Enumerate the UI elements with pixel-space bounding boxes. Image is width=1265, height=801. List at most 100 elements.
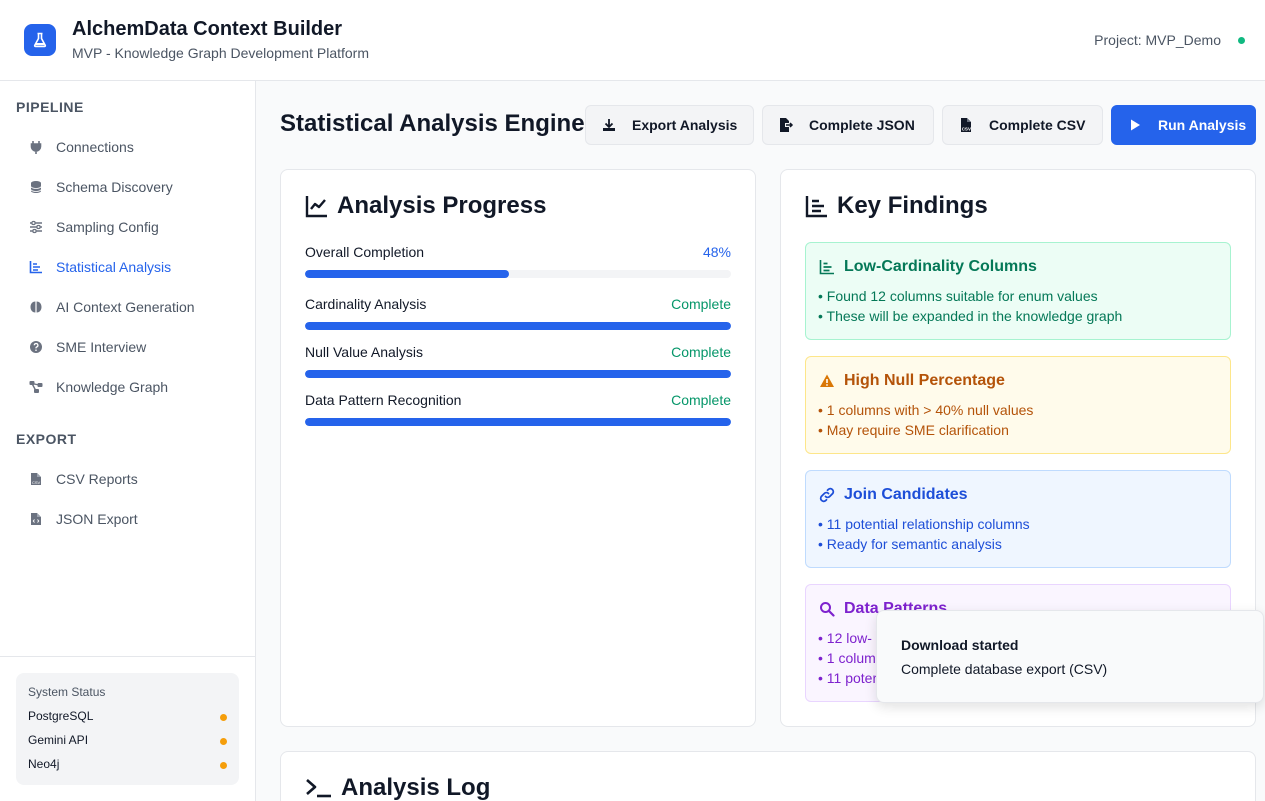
flask-icon[interactable] <box>24 24 56 56</box>
finding-line: • 11 potential relationship columns <box>818 516 1030 532</box>
data-pattern-recognition-label: Data Pattern Recognition <box>305 392 462 408</box>
null-value-analysis-label: Null Value Analysis <box>305 344 424 360</box>
app-header: AlchemData Context Builder MVP - Knowled… <box>0 0 1265 81</box>
null-value-progress-bar <box>305 370 731 378</box>
finding-title: Low-Cardinality Columns <box>818 258 1037 276</box>
sidebar-divider <box>0 656 255 657</box>
status-row-neo4j: Neo4j <box>28 757 227 771</box>
export-analysis-label: Export Analysis <box>632 117 738 133</box>
csv-file-icon: CSV <box>28 471 44 487</box>
json-file-icon <box>28 511 44 527</box>
warning-icon <box>818 372 836 390</box>
file-export-icon <box>777 116 795 134</box>
status-row-postgresql: PostgreSQL <box>28 709 227 723</box>
play-icon <box>1126 116 1144 134</box>
data-pattern-progress-fill <box>305 418 731 426</box>
graph-icon <box>28 379 44 395</box>
sidebar-item-schema-discovery[interactable]: Schema Discovery <box>16 171 240 203</box>
page-title: Statistical Analysis Engine <box>280 110 585 137</box>
null-value-progress-fill <box>305 370 731 378</box>
analysis-log-card: Analysis Log <box>280 751 1256 801</box>
finding-line: • Found 12 columns suitable for enum val… <box>818 288 1098 304</box>
finding-title-text: Join Candidates <box>844 486 968 503</box>
finding-title-text: High Null Percentage <box>844 372 1005 389</box>
sidebar-item-statistical-analysis[interactable]: Statistical Analysis <box>16 251 240 283</box>
svg-text:CSV: CSV <box>32 480 41 485</box>
finding-line: • Ready for semantic analysis <box>818 536 1002 552</box>
finding-low-cardinality: Low-Cardinality Columns • Found 12 colum… <box>805 242 1231 340</box>
question-icon <box>28 339 44 355</box>
sidebar-item-json-export[interactable]: JSON Export <box>16 503 240 535</box>
app-title: AlchemData Context Builder <box>72 18 343 40</box>
status-indicator-dot <box>220 762 227 769</box>
line-chart-icon <box>305 194 329 218</box>
app-subtitle: MVP - Knowledge Graph Development Platfo… <box>72 45 369 61</box>
cardinality-analysis-status: Complete <box>671 296 731 312</box>
complete-csv-button[interactable]: CSV Complete CSV <box>942 105 1103 145</box>
analysis-progress-title: Analysis Progress <box>305 192 546 220</box>
finding-line: • 1 columns with > 40% null values <box>818 402 1034 418</box>
download-toast[interactable]: Download started Complete database expor… <box>876 610 1264 703</box>
project-status-dot <box>1238 37 1245 44</box>
finding-line: • 11 poter <box>818 670 878 686</box>
status-label: Neo4j <box>28 757 60 771</box>
key-findings-title-text: Key Findings <box>837 192 988 219</box>
complete-csv-label: Complete CSV <box>989 117 1086 133</box>
system-status-title: System Status <box>28 685 106 699</box>
overall-completion-value: 48% <box>702 244 731 260</box>
overall-progress-bar <box>305 270 731 278</box>
status-indicator-dot <box>220 714 227 721</box>
sidebar-item-sme-interview[interactable]: SME Interview <box>16 331 240 363</box>
run-analysis-label: Run Analysis <box>1158 117 1247 133</box>
sidebar-item-label: CSV Reports <box>56 471 138 487</box>
cardinality-analysis-label: Cardinality Analysis <box>305 296 427 312</box>
status-label: Gemini API <box>28 733 89 747</box>
svg-text:CSV: CSV <box>962 127 971 132</box>
finding-title: Join Candidates <box>818 486 968 504</box>
sidebar-item-label: SME Interview <box>56 339 147 355</box>
sidebar-item-connections[interactable]: Connections <box>16 131 240 163</box>
project-label[interactable]: Project: MVP_Demo <box>1094 32 1221 48</box>
system-status-panel: System Status PostgreSQL Gemini API Neo4… <box>16 673 239 785</box>
sidebar-item-ai-context-generation[interactable]: AI Context Generation <box>16 291 240 323</box>
sidebar-item-label: Knowledge Graph <box>56 379 169 395</box>
complete-json-label: Complete JSON <box>809 117 915 133</box>
cardinality-progress-fill <box>305 322 731 330</box>
export-section-title: EXPORT <box>16 431 77 447</box>
chart-bar-icon <box>818 258 836 276</box>
chart-bar-icon <box>805 194 829 218</box>
link-icon <box>818 486 836 504</box>
finding-title-text: Low-Cardinality Columns <box>844 258 1037 275</box>
sidebar-item-knowledge-graph[interactable]: Knowledge Graph <box>16 371 240 403</box>
key-findings-title: Key Findings <box>805 192 988 220</box>
status-indicator-dot <box>220 738 227 745</box>
analysis-log-title: Analysis Log <box>305 774 490 801</box>
finding-line: • 1 colum <box>818 650 876 666</box>
run-analysis-button[interactable]: Run Analysis <box>1111 105 1256 145</box>
analysis-progress-card: Analysis Progress Overall Completion 48%… <box>280 169 756 727</box>
complete-json-button[interactable]: Complete JSON <box>762 105 934 145</box>
overall-completion-label: Overall Completion <box>305 244 425 260</box>
sidebar-item-sampling-config[interactable]: Sampling Config <box>16 211 240 243</box>
sidebar-item-csv-reports[interactable]: CSV CSV Reports <box>16 463 240 495</box>
status-label: PostgreSQL <box>28 709 94 723</box>
finding-high-null: High Null Percentage • 1 columns with > … <box>805 356 1231 454</box>
sidebar-item-label: Sampling Config <box>56 219 159 235</box>
sidebar: PIPELINE Connections Schema Discovery Sa… <box>0 81 256 801</box>
plug-icon <box>28 139 44 155</box>
search-icon <box>818 600 836 618</box>
toast-message: Complete database export (CSV) <box>901 661 1108 677</box>
analysis-log-title-text: Analysis Log <box>341 774 491 801</box>
finding-title: High Null Percentage <box>818 372 1005 390</box>
sidebar-item-label: Connections <box>56 139 134 155</box>
sidebar-item-label: JSON Export <box>56 511 138 527</box>
status-row-gemini-api: Gemini API <box>28 733 227 747</box>
overall-progress-fill <box>305 270 510 278</box>
export-analysis-button[interactable]: Export Analysis <box>585 105 754 145</box>
sidebar-item-label: AI Context Generation <box>56 299 195 315</box>
cardinality-progress-bar <box>305 322 731 330</box>
database-icon <box>28 179 44 195</box>
download-icon <box>600 116 618 134</box>
data-pattern-recognition-status: Complete <box>671 392 731 408</box>
finding-line: • These will be expanded in the knowledg… <box>818 308 1123 324</box>
